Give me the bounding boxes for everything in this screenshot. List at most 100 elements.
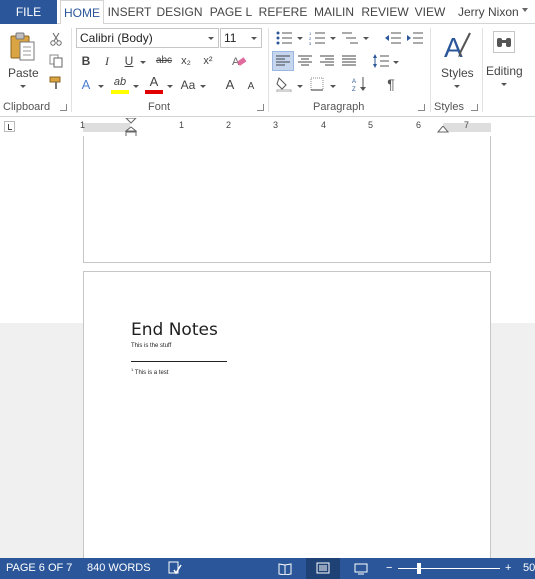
highlight-color-swatch	[111, 90, 129, 94]
change-case-dropdown-icon[interactable]	[200, 85, 206, 88]
bullets-icon[interactable]	[276, 31, 292, 45]
decrease-indent-icon[interactable]	[385, 31, 401, 45]
bold-button[interactable]: B	[78, 53, 94, 69]
highlight-dropdown-icon[interactable]	[133, 85, 139, 88]
document-heading[interactable]: End Notes	[131, 320, 218, 340]
borders-icon[interactable]	[309, 76, 325, 92]
styles-button-label[interactable]: Styles	[441, 66, 474, 80]
align-left-icon	[276, 55, 290, 66]
shading-icon[interactable]	[276, 76, 292, 92]
italic-button[interactable]: I	[100, 53, 114, 69]
indent-marker-icon[interactable]	[125, 118, 137, 138]
cut-icon[interactable]	[48, 31, 64, 47]
strikethrough-button[interactable]: abc	[154, 53, 174, 69]
show-formatting-marks-button[interactable]: ¶	[384, 76, 398, 92]
tab-home[interactable]: HOME	[60, 0, 104, 25]
font-color-dropdown-icon[interactable]	[167, 85, 173, 88]
proofing-icon[interactable]	[168, 561, 182, 575]
text-effects-button[interactable]: A	[78, 77, 94, 93]
svg-text:A: A	[444, 32, 463, 63]
document-page[interactable]	[83, 136, 491, 263]
align-right-icon[interactable]	[319, 53, 335, 69]
align-center-icon[interactable]	[297, 53, 313, 69]
zoom-out-button[interactable]: −	[386, 558, 392, 579]
multilevel-list-dropdown-icon[interactable]	[363, 37, 369, 40]
clipboard-launcher-icon[interactable]	[60, 104, 67, 111]
font-color-button[interactable]: A	[146, 74, 162, 90]
shading-dropdown-icon[interactable]	[297, 85, 303, 88]
align-left-button[interactable]	[272, 51, 294, 71]
svg-text:3: 3	[309, 41, 312, 45]
underline-button[interactable]: U	[122, 53, 136, 69]
document-paragraph[interactable]: This is the stuff	[131, 343, 171, 349]
clear-formatting-icon[interactable]: A	[230, 53, 248, 69]
tab-selector-icon[interactable]	[4, 121, 15, 132]
copy-icon[interactable]	[48, 53, 64, 69]
font-name-combobox[interactable]: Calibri (Body)	[76, 28, 219, 48]
paragraph-group-label: Paragraph	[313, 101, 365, 113]
font-size-dropdown-icon[interactable]	[251, 37, 257, 40]
text-highlight-button[interactable]: ab	[112, 74, 128, 90]
tab-review[interactable]: REVIEW	[360, 0, 410, 24]
zoom-slider-thumb[interactable]	[417, 563, 421, 574]
endnote-text: This is a test	[134, 370, 169, 376]
zoom-slider[interactable]	[398, 568, 500, 569]
paragraph-launcher-icon[interactable]	[418, 104, 425, 111]
numbering-dropdown-icon[interactable]	[330, 37, 336, 40]
tab-insert[interactable]: INSERT	[105, 0, 154, 24]
styles-icon[interactable]: A	[442, 28, 472, 64]
justify-icon[interactable]	[341, 53, 357, 69]
paste-button-label[interactable]: Paste	[8, 66, 39, 80]
superscript-button[interactable]: x²	[200, 53, 216, 69]
numbering-icon[interactable]: 123	[309, 31, 325, 45]
user-dropdown-icon[interactable]	[522, 8, 528, 12]
tab-page-layout[interactable]: PAGE L	[205, 0, 257, 24]
tab-file[interactable]: FILE	[0, 0, 57, 24]
text-effects-dropdown-icon[interactable]	[98, 85, 104, 88]
word-count[interactable]: 840 WORDS	[87, 558, 151, 579]
editing-dropdown-icon[interactable]	[501, 83, 507, 86]
web-layout-icon[interactable]	[354, 562, 368, 575]
document-page[interactable]: End Notes This is the stuff 1 This is a …	[83, 271, 491, 571]
shrink-font-button[interactable]: A	[246, 79, 256, 95]
read-mode-icon[interactable]	[278, 562, 292, 576]
font-launcher-icon[interactable]	[257, 104, 264, 111]
change-case-button[interactable]: Aa	[178, 77, 198, 93]
right-indent-marker-icon[interactable]	[437, 126, 449, 134]
styles-dropdown-icon[interactable]	[454, 85, 460, 88]
ruler-area: 1 1 2 3 4 5 6 7	[0, 118, 535, 138]
sort-icon[interactable]: AZ	[352, 76, 368, 92]
svg-text:Z: Z	[352, 87, 356, 92]
bullets-dropdown-icon[interactable]	[297, 37, 303, 40]
print-layout-button[interactable]	[306, 558, 340, 579]
page-count[interactable]: PAGE 6 OF 7	[6, 558, 72, 579]
subscript-button[interactable]: x₂	[178, 53, 194, 69]
font-name-dropdown-icon[interactable]	[208, 37, 214, 40]
editing-button[interactable]	[485, 27, 525, 97]
styles-launcher-icon[interactable]	[471, 104, 478, 111]
editing-button-label[interactable]: Editing	[486, 64, 523, 78]
font-size-combobox[interactable]: 11	[220, 28, 262, 48]
multilevel-list-icon[interactable]	[342, 31, 358, 45]
tab-view[interactable]: VIEW	[411, 0, 449, 24]
underline-dropdown-icon[interactable]	[140, 61, 146, 64]
format-painter-icon[interactable]	[48, 75, 64, 91]
tab-design[interactable]: DESIGN	[155, 0, 204, 24]
grow-font-button[interactable]: A	[224, 77, 236, 93]
zoom-in-button[interactable]: +	[505, 558, 511, 579]
tab-mailings[interactable]: MAILIN	[309, 0, 359, 24]
increase-indent-icon[interactable]	[407, 31, 423, 45]
user-account-name[interactable]: Jerry Nixon	[458, 0, 519, 24]
ruler-number: 7	[464, 120, 470, 130]
document-canvas[interactable]: End Notes This is the stuff 1 This is a …	[0, 136, 535, 571]
tab-references[interactable]: REFERE	[258, 0, 308, 24]
paste-dropdown-icon[interactable]	[20, 85, 26, 88]
line-spacing-icon[interactable]	[373, 53, 389, 69]
group-divider	[430, 28, 431, 112]
borders-dropdown-icon[interactable]	[330, 85, 336, 88]
paste-icon[interactable]	[10, 32, 36, 62]
ruler-number: 3	[273, 120, 279, 130]
line-spacing-dropdown-icon[interactable]	[393, 61, 399, 64]
endnote[interactable]: 1 This is a test	[131, 367, 168, 376]
zoom-level[interactable]: 50	[523, 558, 535, 579]
